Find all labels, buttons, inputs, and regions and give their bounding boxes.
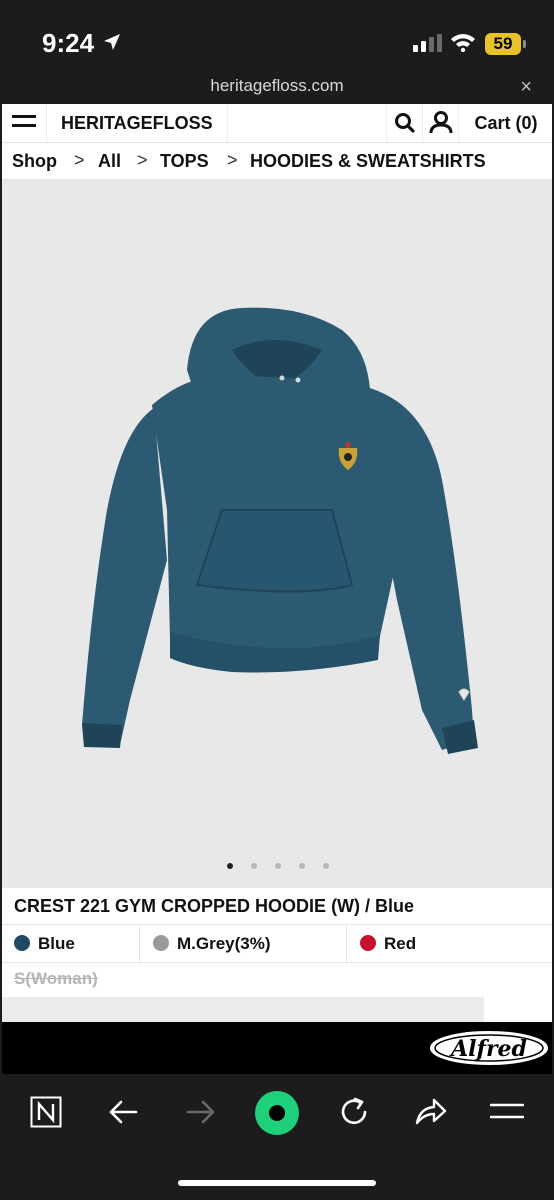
cellular-signal-icon bbox=[413, 34, 442, 52]
image-dot-4[interactable] bbox=[299, 863, 305, 869]
breadcrumb-separator: > bbox=[227, 150, 238, 170]
breadcrumb-shop[interactable]: Shop bbox=[12, 143, 57, 179]
search-icon bbox=[395, 113, 415, 133]
color-label: Red bbox=[384, 934, 417, 953]
breadcrumb-hoodies[interactable]: HOODIES & SWEATSHIRTS bbox=[250, 143, 486, 179]
search-button[interactable] bbox=[386, 104, 423, 142]
color-label: Blue bbox=[38, 934, 75, 953]
product-image-gallery[interactable] bbox=[2, 180, 552, 888]
menu-icon[interactable] bbox=[490, 1102, 524, 1120]
image-dot-3[interactable] bbox=[275, 863, 281, 869]
home-circle-icon[interactable] bbox=[254, 1090, 300, 1136]
battery-tip bbox=[523, 40, 526, 48]
menu-icon[interactable] bbox=[12, 115, 36, 131]
image-dot-5[interactable] bbox=[323, 863, 329, 869]
site-header: HERITAGEFLOSS Cart (0) bbox=[2, 104, 552, 143]
divider bbox=[346, 925, 347, 962]
location-arrow-icon bbox=[104, 34, 120, 50]
wifi-icon bbox=[451, 34, 475, 52]
divider bbox=[139, 925, 140, 962]
image-dot-1[interactable] bbox=[227, 863, 233, 869]
image-pagination[interactable] bbox=[2, 863, 552, 875]
color-options: Blue M.Grey(3%) Red bbox=[2, 924, 552, 963]
back-arrow-icon[interactable] bbox=[108, 1100, 138, 1124]
breadcrumb-separator: > bbox=[137, 150, 148, 170]
cart-button[interactable]: Cart (0) bbox=[458, 104, 552, 142]
battery-indicator: 59 bbox=[485, 33, 521, 55]
notes-icon[interactable] bbox=[30, 1096, 62, 1128]
color-option-red[interactable]: Red bbox=[360, 925, 416, 962]
alfred-banner[interactable]: Alfred bbox=[2, 1022, 552, 1074]
forward-arrow-icon[interactable] bbox=[186, 1100, 216, 1124]
browser-url-bar[interactable]: heritagefloss.com × bbox=[0, 76, 554, 103]
breadcrumb-tops[interactable]: TOPS bbox=[160, 143, 209, 179]
color-swatch bbox=[14, 935, 30, 952]
site-logo[interactable]: HERITAGEFLOSS bbox=[46, 104, 228, 142]
image-dot-2[interactable] bbox=[251, 863, 257, 869]
url-text[interactable]: heritagefloss.com bbox=[0, 76, 554, 96]
color-swatch bbox=[360, 935, 376, 952]
share-icon[interactable] bbox=[414, 1096, 448, 1126]
color-swatch bbox=[153, 935, 169, 952]
close-icon[interactable]: × bbox=[520, 76, 532, 99]
breadcrumb: Shop > All > TOPS > HOODIES & SWEATSHIRT… bbox=[2, 143, 552, 180]
status-bar: 9:24 59 bbox=[0, 0, 554, 76]
alfred-logo-text: Alfred bbox=[449, 1036, 527, 1062]
color-option-grey[interactable]: M.Grey(3%) bbox=[153, 925, 271, 962]
color-label: M.Grey(3%) bbox=[177, 934, 271, 953]
color-option-blue[interactable]: Blue bbox=[14, 925, 75, 962]
account-button[interactable] bbox=[422, 104, 459, 142]
breadcrumb-separator: > bbox=[74, 150, 85, 170]
alfred-logo: Alfred bbox=[430, 1031, 548, 1065]
hoodie-image bbox=[82, 307, 478, 754]
size-option-sold-out: S(Woman) bbox=[14, 969, 98, 988]
breadcrumb-all[interactable]: All bbox=[98, 143, 121, 179]
product-title: CREST 221 GYM CROPPED HOODIE (W) / Blue bbox=[14, 896, 415, 916]
web-page: HERITAGEFLOSS Cart (0) Shop > All > TOPS… bbox=[2, 104, 552, 1074]
reload-icon[interactable] bbox=[338, 1096, 370, 1128]
user-icon bbox=[429, 111, 453, 134]
home-indicator[interactable] bbox=[178, 1180, 376, 1186]
status-time: 9:24 bbox=[42, 28, 95, 58]
